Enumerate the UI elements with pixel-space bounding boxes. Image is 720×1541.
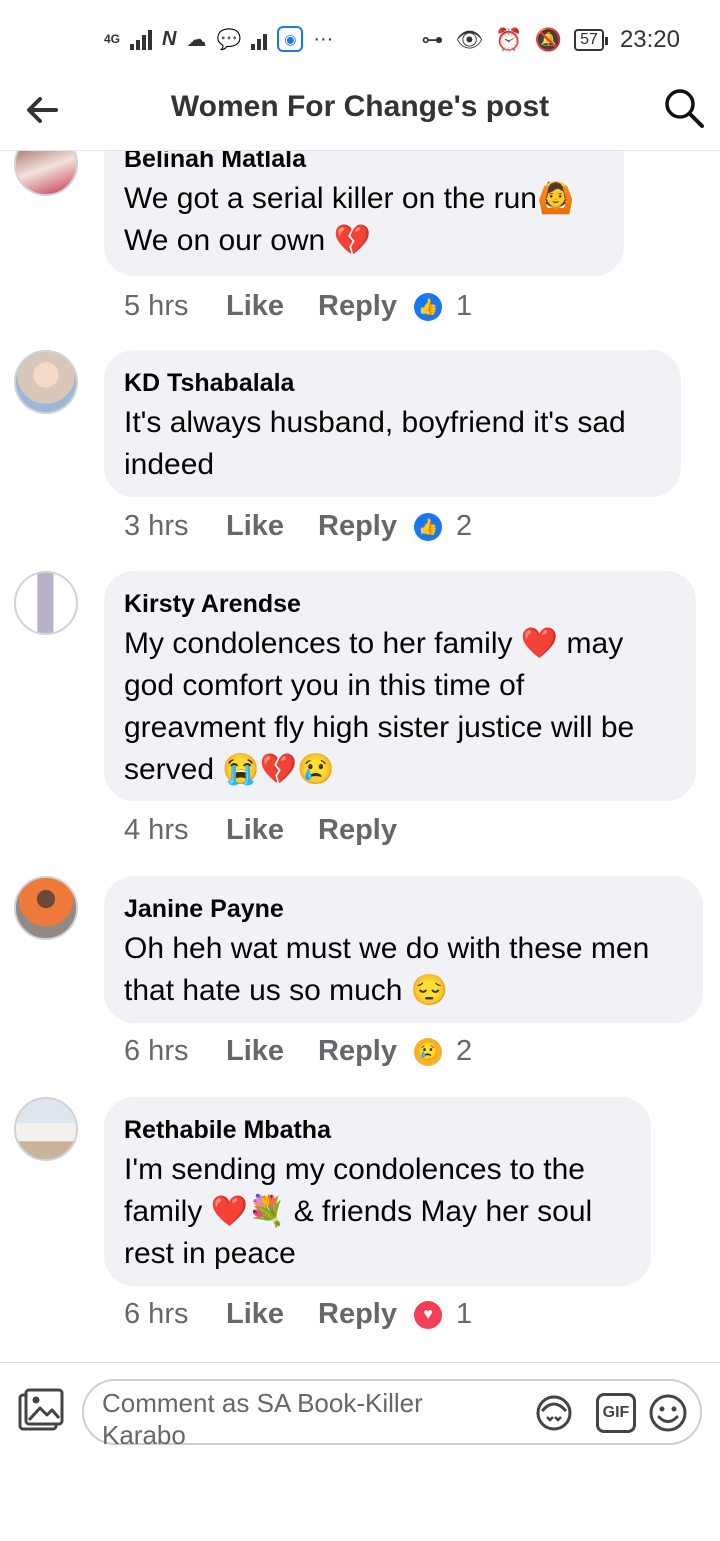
comment-actions: 6 hrs Like Reply 😢 2 bbox=[124, 1035, 472, 1068]
comment-line: It's always husband, boyfriend it's sad bbox=[124, 406, 626, 439]
like-button[interactable]: Like bbox=[226, 510, 318, 543]
battery-icon: 57 bbox=[574, 29, 608, 51]
comment-actions: 4 hrs Like Reply bbox=[124, 814, 414, 847]
emoji-icon[interactable] bbox=[648, 1393, 688, 1433]
avatar[interactable] bbox=[14, 1097, 78, 1161]
comment-text: My condolences to her family ❤️ may god … bbox=[124, 623, 674, 791]
comment-actions: 5 hrs Like Reply 👍 1 bbox=[124, 290, 472, 323]
message-icon: 💬 bbox=[216, 28, 242, 51]
commenter-name[interactable]: Janine Payne bbox=[124, 894, 681, 924]
comment-time: 5 hrs bbox=[124, 290, 189, 322]
like-button[interactable]: Like bbox=[226, 814, 318, 847]
comment-line: We got a serial killer on the run🙆 bbox=[124, 182, 575, 215]
comment-line: family ❤️💐 & friends May her soul bbox=[124, 1195, 593, 1228]
comment-line: indeed bbox=[124, 448, 215, 481]
comment-line: god comfort you in this time of bbox=[124, 669, 525, 702]
reaction-count: 2 bbox=[456, 510, 473, 542]
comment-actions: 3 hrs Like Reply 👍 2 bbox=[124, 510, 472, 543]
reaction-count: 2 bbox=[456, 1035, 473, 1067]
reply-button[interactable]: Reply bbox=[318, 510, 414, 543]
thumbs-up-icon: 👍 bbox=[414, 292, 442, 321]
signal-icon bbox=[130, 28, 153, 50]
search-icon[interactable] bbox=[662, 86, 706, 130]
like-button[interactable]: Like bbox=[226, 290, 318, 323]
thumbs-up-icon: 👍 bbox=[414, 512, 442, 541]
commenter-name[interactable]: Kirsty Arendse bbox=[124, 589, 674, 619]
comment-line: Oh heh wat must we do with these men bbox=[124, 932, 650, 965]
cloud-icon: ☁ bbox=[186, 28, 207, 51]
comment-input[interactable]: Comment as SA Book-Killer Karabo GIF bbox=[82, 1379, 702, 1450]
comment-actions: 6 hrs Like Reply ♥ 1 bbox=[124, 1298, 472, 1331]
reply-button[interactable]: Reply bbox=[318, 290, 414, 323]
avatar[interactable] bbox=[14, 350, 78, 414]
comment-text: We got a serial killer on the run🙆 We on… bbox=[124, 178, 602, 262]
comment-line: rest in peace bbox=[124, 1237, 296, 1270]
comment-time: 6 hrs bbox=[124, 1035, 189, 1067]
comment-line: that hate us so much 😔 bbox=[124, 974, 449, 1007]
sad-face-icon: 😢 bbox=[414, 1037, 442, 1066]
clock: 23:20 bbox=[619, 26, 680, 53]
comment-text: Oh heh wat must we do with these men tha… bbox=[124, 928, 681, 1012]
comment-line: I'm sending my condolences to the bbox=[124, 1153, 585, 1186]
avatar[interactable] bbox=[14, 571, 78, 635]
photo-icon[interactable] bbox=[16, 1387, 66, 1435]
reaction-summary[interactable]: 😢 2 bbox=[414, 1035, 472, 1068]
like-button[interactable]: Like bbox=[226, 1298, 318, 1331]
comment-text: I'm sending my condolences to the family… bbox=[124, 1149, 629, 1275]
comment-bubble: Rethabile Mbatha I'm sending my condolen… bbox=[104, 1097, 651, 1286]
reaction-summary[interactable]: 👍 2 bbox=[414, 510, 472, 543]
heart-icon: ♥ bbox=[414, 1300, 442, 1329]
comment-bubble: KD Tshabalala It's always husband, boyfr… bbox=[104, 350, 681, 497]
reply-button[interactable]: Reply bbox=[318, 1035, 414, 1068]
comment-time: 3 hrs bbox=[124, 510, 189, 542]
avatar-sticker-icon[interactable] bbox=[534, 1393, 574, 1433]
eye-icon: 👁 bbox=[455, 27, 484, 52]
comment-line: We on our own 💔 bbox=[124, 224, 371, 257]
comment-time: 4 hrs bbox=[124, 814, 189, 846]
reply-button[interactable]: Reply bbox=[318, 814, 414, 847]
avatar[interactable] bbox=[14, 876, 78, 940]
bulb-icon: ◉ bbox=[277, 26, 304, 52]
comment-bubble: Kirsty Arendse My condolences to her fam… bbox=[104, 571, 696, 801]
network-type-label: 4G bbox=[104, 32, 121, 46]
comment-time: 6 hrs bbox=[124, 1298, 189, 1330]
comment-bubble: Janine Payne Oh heh wat must we do with … bbox=[104, 876, 703, 1023]
gif-button[interactable]: GIF bbox=[596, 1393, 636, 1433]
key-icon: ⊶ bbox=[421, 27, 444, 52]
comment-text: It's always husband, boyfriend it's sad … bbox=[124, 402, 659, 486]
comment-composer: Comment as SA Book-Killer Karabo GIF bbox=[0, 1362, 720, 1541]
comment-line: My condolences to her family ❤️ may bbox=[124, 627, 624, 660]
comment-placeholder: Comment as SA Book-Killer Karabo bbox=[102, 1388, 423, 1450]
nfc-icon: N bbox=[162, 27, 177, 50]
page-title: Women For Change's post bbox=[170, 90, 550, 123]
commenter-name[interactable]: KD Tshabalala bbox=[124, 368, 659, 398]
reaction-summary[interactable]: ♥ 1 bbox=[414, 1298, 472, 1331]
reaction-count: 1 bbox=[456, 290, 473, 322]
status-bar: 4G N ☁ 💬 ◉ ··· ⊶ 👁 ⏰ 🔕 57 23:20 bbox=[0, 0, 720, 80]
wifi-signal-icon bbox=[251, 28, 268, 50]
comment-line: greavment fly high sister justice will b… bbox=[124, 711, 635, 744]
alarm-icon: ⏰ bbox=[495, 27, 523, 52]
commenter-name[interactable]: Rethabile Mbatha bbox=[124, 1115, 629, 1145]
like-button[interactable]: Like bbox=[226, 1035, 318, 1068]
reply-button[interactable]: Reply bbox=[318, 1298, 414, 1331]
gif-label: GIF bbox=[602, 1404, 630, 1421]
page-header: Women For Change's post bbox=[0, 80, 720, 151]
mute-icon: 🔕 bbox=[534, 27, 563, 52]
comment-line: served 😭💔😢 bbox=[124, 753, 335, 786]
reaction-summary[interactable]: 👍 1 bbox=[414, 290, 472, 323]
reaction-count: 1 bbox=[456, 1298, 473, 1330]
more-notifications-icon: ··· bbox=[313, 27, 334, 50]
